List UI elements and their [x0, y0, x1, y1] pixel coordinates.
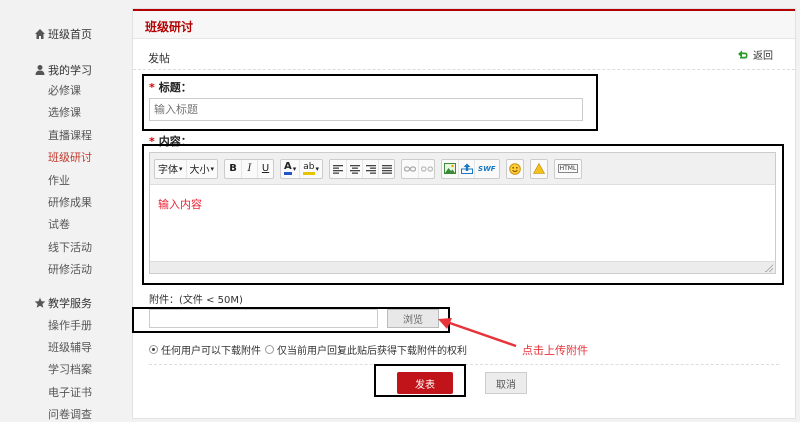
annotation-text: 点击上传附件 — [522, 344, 588, 357]
annotation-arrow-icon — [438, 318, 517, 348]
